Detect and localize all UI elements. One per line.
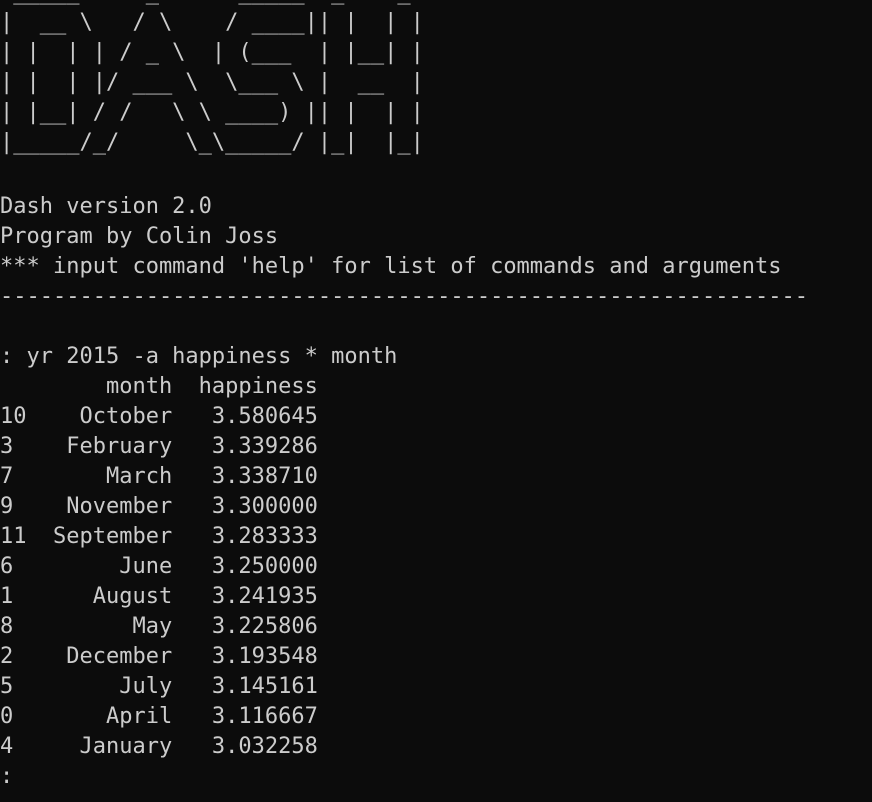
table-row: 7 March 3.338710: [0, 464, 318, 489]
table-header: month happiness: [0, 374, 318, 399]
table-row: 9 November 3.300000: [0, 494, 318, 519]
banner-line: |_____/_/ \_\_____/ |_| |_|: [0, 130, 424, 155]
separator-line: ----------------------------------------…: [0, 284, 808, 309]
table-row: 6 June 3.250000: [0, 554, 318, 579]
table-row: 3 February 3.339286: [0, 434, 318, 459]
table-row: 5 July 3.145161: [0, 674, 318, 699]
table-row: 0 April 3.116667: [0, 704, 318, 729]
banner-line: _____ _ _____ _ _: [0, 0, 424, 8]
ascii-art-banner: _____ _ _____ _ _ | __ \ / \ / ____|| | …: [0, 0, 424, 158]
table-row: 1 August 3.241935: [0, 584, 318, 609]
terminal-window[interactable]: _____ _ _____ _ _ | __ \ / \ / ____|| | …: [0, 0, 872, 802]
banner-line: | | | |/ ___ \ \___ \ | __ |: [0, 70, 424, 95]
table-row: 4 January 3.032258: [0, 734, 318, 759]
table-row: 11 September 3.283333: [0, 524, 318, 549]
table-row: 10 October 3.580645: [0, 404, 318, 429]
author-text: Program by Colin Joss: [0, 224, 279, 249]
terminal-output: Dash version 2.0 Program by Colin Joss *…: [0, 192, 808, 792]
input-prompt[interactable]: :: [0, 762, 808, 792]
table-row: 8 May 3.225806: [0, 614, 318, 639]
help-hint-text: *** input command 'help' for list of com…: [0, 254, 782, 279]
version-text: Dash version 2.0: [0, 194, 212, 219]
banner-line: | |__| / / \ \ ____) || | | |: [0, 100, 424, 125]
command-line: : yr 2015 -a happiness * month: [0, 344, 398, 369]
banner-line: | __ \ / \ / ____|| | | |: [0, 10, 424, 35]
banner-line: | | | | / _ \ | (___ | |__| |: [0, 40, 424, 65]
table-row: 2 December 3.193548: [0, 644, 318, 669]
